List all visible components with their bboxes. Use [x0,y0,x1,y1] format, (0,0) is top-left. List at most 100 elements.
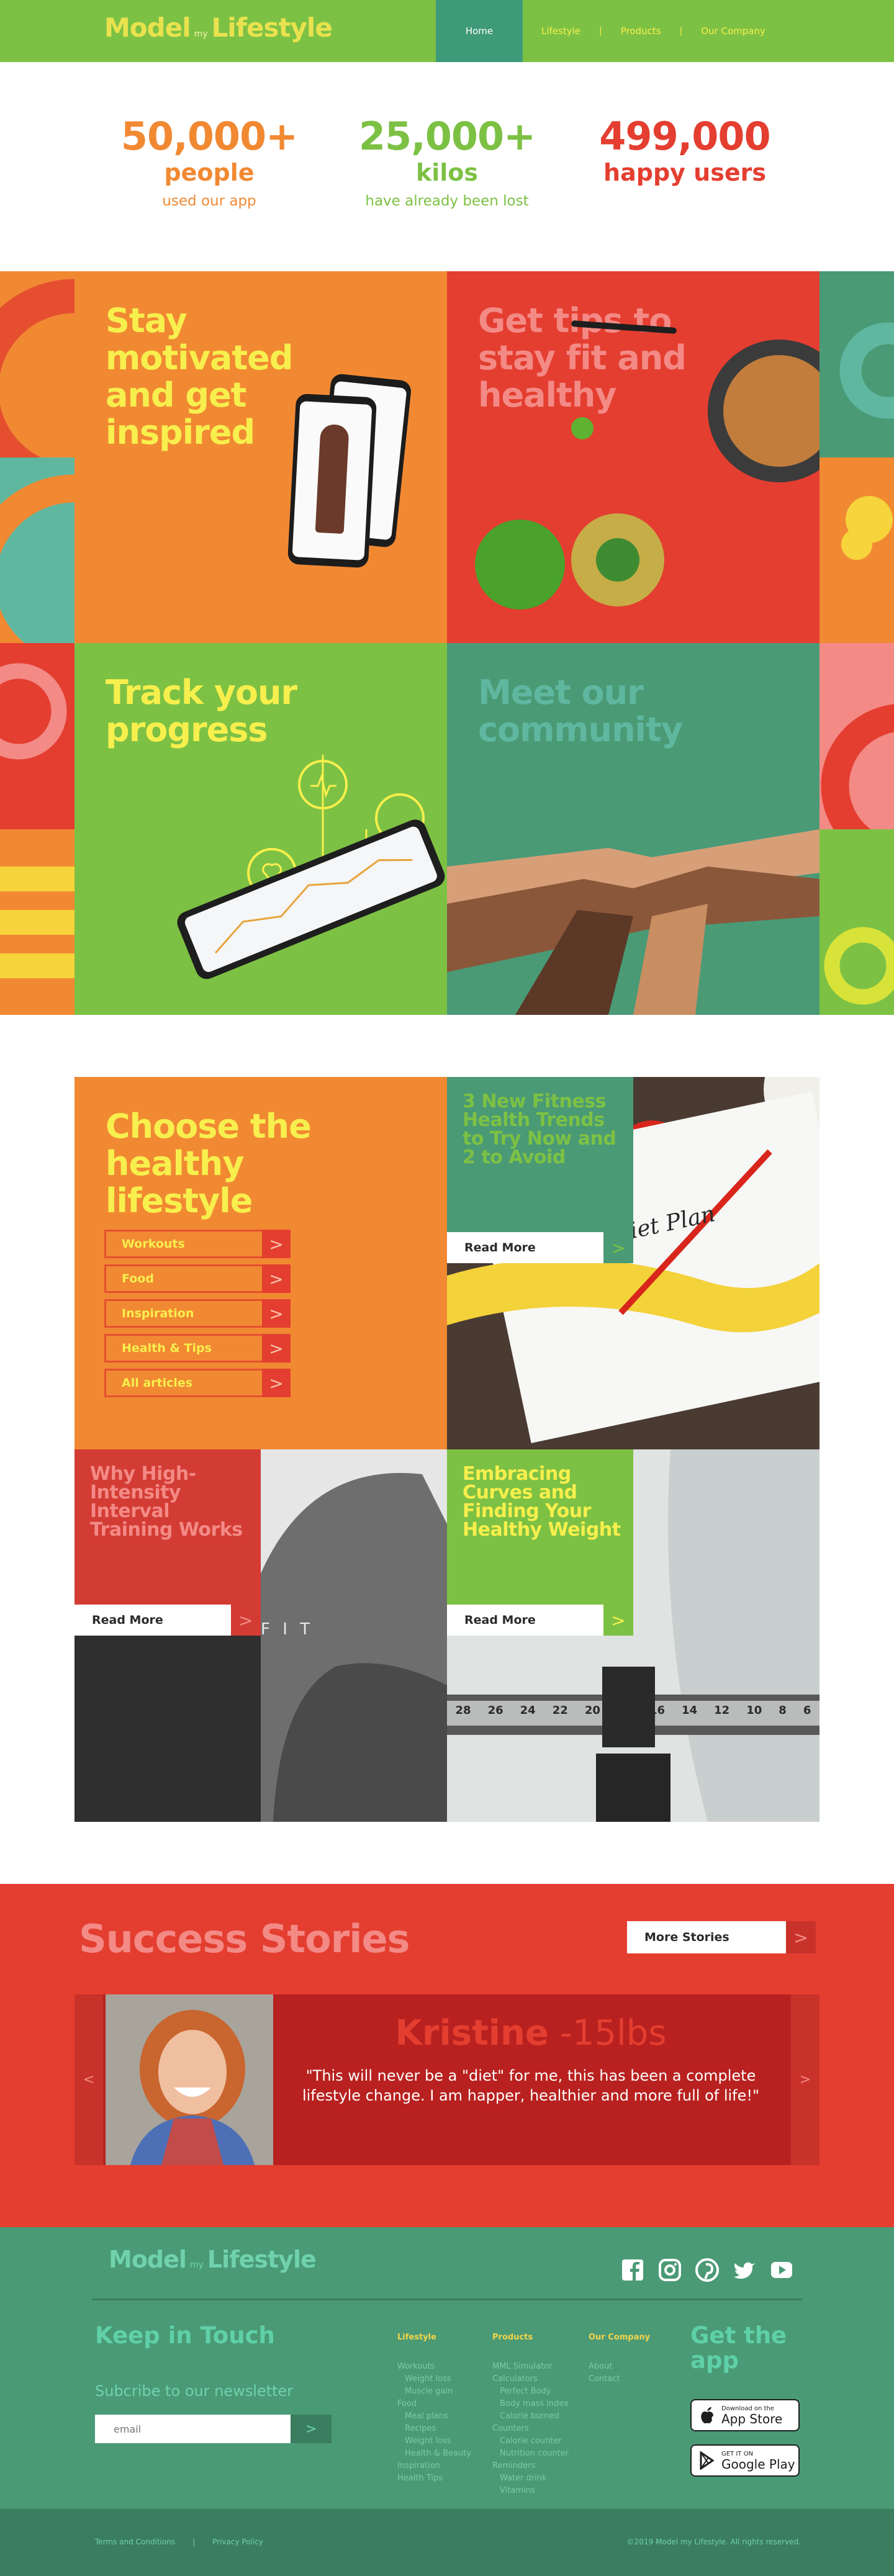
bowl-image [571,513,664,606]
legal-separator: | [192,2538,196,2546]
category-label: Inspiration [122,1307,194,1320]
footer-link[interactable]: Calorie burned [492,2410,579,2423]
privacy-link[interactable]: Privacy Policy [212,2538,263,2546]
footer-link[interactable]: Health & Beauty [397,2448,484,2460]
stat-kilos: 25,000+ kilos have already been lost [354,115,540,210]
footer-column-title: Our Company [589,2333,651,2342]
article-card-hiit[interactable]: F I T Why High-Intensity Interval Traini… [74,1449,447,1822]
footer-logo[interactable]: Model my Lifestyle [109,2246,317,2283]
footer-link[interactable]: Weight loss [397,2435,484,2448]
footer-link[interactable]: Workouts [397,2361,484,2373]
woman-portrait [106,1994,273,2165]
footer-link[interactable]: Inspiration [397,2460,484,2472]
nav-home-link[interactable]: Home [436,0,523,62]
footer-link[interactable]: Perfect Body [492,2385,579,2398]
read-more-label: Read More [447,1605,603,1636]
lifestyle-title: Choose the healthy lifestyle [106,1107,312,1220]
footer-link[interactable]: Muscle gain [397,2385,484,2398]
category-label: Health & Tips [122,1341,212,1355]
category-health-tips-button[interactable]: Health & Tips > [104,1334,291,1362]
story-result: -15lbs [559,2013,667,2053]
footer-link[interactable]: Health Tips [397,2472,484,2485]
newsletter-submit-button[interactable]: > [291,2415,332,2443]
footer-link[interactable]: Weight loss [397,2373,484,2385]
article-card-curves[interactable]: 28 26 24 22 20 18 16 14 12 10 8 6 Embrac… [447,1449,820,1822]
footer-link[interactable]: About [589,2361,675,2373]
logo-text-model: Model [104,12,191,43]
nav-lifestyle-link[interactable]: Lifestyle [523,25,599,37]
footer-link[interactable]: Calculators [492,2373,579,2385]
chevron-right-icon: > [231,1605,261,1636]
nav-company-link[interactable]: Our Company [682,25,784,37]
article-card-fitness-trends[interactable]: Diet Plan 3 New Fitness Health Trends to… [447,1077,820,1449]
chevron-left-icon: < [83,2072,95,2087]
feature-tile-progress[interactable]: Track your progress [74,643,447,1015]
google-play-small-label: GET IT ON [721,2450,753,2457]
google-play-button[interactable]: GET IT ON Google Play [690,2444,800,2477]
footer-column-company: Our Company About Contact [589,2333,675,2385]
pinterest-icon[interactable] [695,2258,719,2282]
footer-link[interactable]: Reminders [492,2460,579,2472]
google-play-label: Google Play [721,2456,795,2472]
read-more-button[interactable]: Read More > [447,1605,633,1636]
footer-column-title: Products [492,2333,533,2342]
decor-left-bottom [0,643,74,1015]
herb-image [571,417,594,439]
email-input[interactable] [95,2415,291,2443]
footer-link[interactable]: Contact [589,2373,675,2385]
footer-link[interactable]: Body mass index [492,2398,579,2410]
decor-shape [0,279,74,643]
stat-people: 50,000+ people used our app [116,115,302,210]
more-stories-button[interactable]: More Stories > [627,1921,816,1953]
nav-products-link[interactable]: Products [602,25,680,37]
google-play-icon [700,2451,715,2470]
app-store-text: Download on the App Store [721,2405,782,2426]
scale-numbers: 28 26 24 22 20 18 16 14 12 10 8 6 [447,1704,820,1723]
article-title-box: Embracing Curves and Finding Your Health… [447,1449,633,1605]
chevron-right-icon: > [262,1334,291,1362]
footer-link[interactable]: Water drink [492,2472,579,2485]
youtube-icon[interactable] [770,2258,793,2282]
app-store-label: App Store [721,2411,783,2426]
carousel-next-button[interactable]: > [791,1994,820,2165]
footer-link[interactable]: Calorie counter [492,2435,579,2448]
footer-divider [92,2299,802,2300]
footer-link[interactable]: Food [397,2398,484,2410]
twitter-icon[interactable] [733,2258,756,2282]
category-inspiration-button[interactable]: Inspiration > [104,1299,291,1328]
facebook-icon[interactable] [621,2258,644,2282]
carousel-prev-button[interactable]: < [74,1994,103,2165]
feature-tile-motivated[interactable]: Stay motivated and get inspired [74,271,447,643]
footer-link[interactable]: Recipes [397,2423,484,2435]
scale-number: 6 [803,1704,811,1717]
instagram-icon[interactable] [658,2258,682,2282]
footer-links: MML Simulator Calculators Perfect Body Body… [492,2361,579,2497]
footer-link[interactable]: Vitamins [492,2485,579,2497]
story-name: Kristine [395,2013,549,2053]
footer-link[interactable]: Nutrition counter [492,2448,579,2460]
newsletter-form: > [95,2415,332,2443]
read-more-button[interactable]: Read More > [447,1232,633,1263]
category-food-button[interactable]: Food > [104,1264,291,1293]
site-logo[interactable]: Model my Lifestyle [104,12,333,50]
read-more-label: Read More [447,1232,603,1263]
hands-image [447,829,820,1015]
terms-link[interactable]: Terms and Conditions [95,2538,175,2546]
feature-tile-community[interactable]: Meet our community [447,643,820,1015]
feature-tile-tips[interactable]: Get tips to stay fit and healthy [447,271,820,643]
chevron-right-icon: > [603,1232,633,1263]
category-all-articles-button[interactable]: All articles > [104,1369,291,1397]
footer-link[interactable]: Meal plans [397,2410,484,2423]
article-title-box: 3 New Fitness Health Trends to Try Now a… [447,1077,633,1232]
footer-column-lifestyle: Lifestyle Workouts Weight loss Muscle gain… [397,2333,484,2485]
read-more-button[interactable]: Read More > [74,1605,261,1636]
app-store-button[interactable]: Download on the App Store [690,2399,800,2431]
story-content: Kristine -15lbs "This will never be a "d… [273,1994,788,2165]
chevron-right-icon: > [262,1299,291,1328]
stat-number: 499,000 [599,114,770,159]
green-bowl-image [475,520,565,610]
logo-text-lifestyle: Lifestyle [211,12,333,43]
category-workouts-button[interactable]: Workouts > [104,1230,291,1258]
footer-link[interactable]: MML Simulator [492,2361,579,2373]
footer-link[interactable]: Counters [492,2423,579,2435]
